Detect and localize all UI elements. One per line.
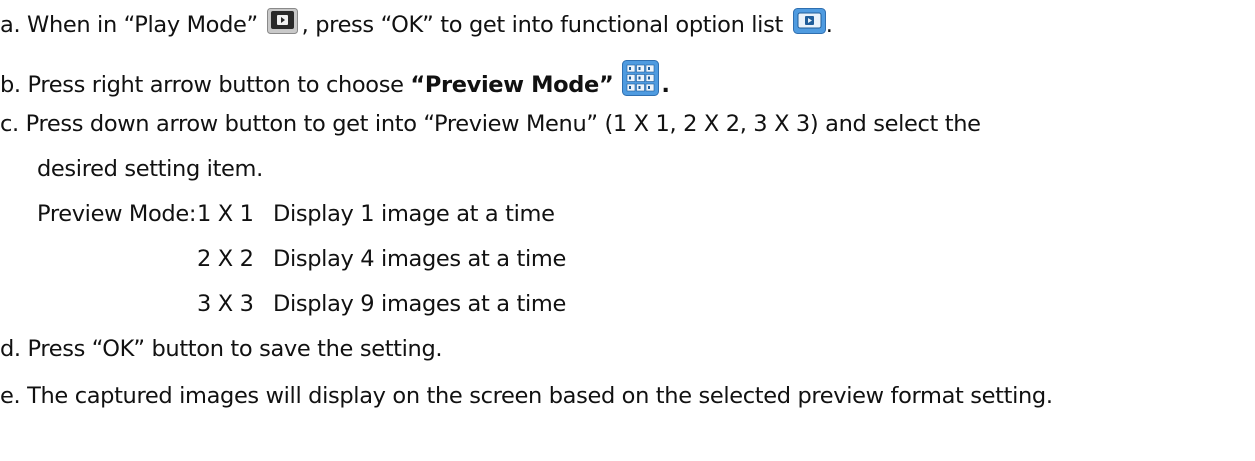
preview-mode-desc-2: Display 4 images at a time (273, 246, 566, 272)
step-a-text-1: a. When in “Play Mode” (0, 12, 265, 38)
step-c-line-2: desired setting item. (37, 156, 263, 182)
step-d: d. Press “OK” button to save the setting… (0, 336, 443, 362)
preview-mode-desc-1: Display 1 image at a time (273, 201, 555, 227)
preview-mode-size-2: 2 X 2 (197, 246, 254, 272)
preview-mode-desc-3: Display 9 images at a time (273, 291, 566, 317)
preview-mode-size-1: 1 X 1 (197, 201, 254, 227)
step-b-text-2: . (661, 72, 670, 98)
functional-option-list-icon (792, 8, 826, 34)
preview-mode-grid-icon (622, 60, 660, 96)
step-a: a. When in “Play Mode” , press “OK” to g… (0, 8, 833, 40)
step-b-preview-mode-label: “Preview Mode” (410, 72, 614, 98)
step-b-text-1: b. Press right arrow button to choose (0, 72, 411, 98)
preview-mode-label: Preview Mode: (37, 201, 197, 227)
step-a-text-2: , press “OK” to get into functional opti… (301, 12, 790, 38)
step-c-line-1: c. Press down arrow button to get into “… (0, 111, 981, 137)
step-e: e. The captured images will display on t… (0, 383, 1053, 409)
step-b: b. Press right arrow button to choose “P… (0, 60, 670, 100)
step-a-text-3: . (825, 12, 833, 38)
play-mode-icon (266, 8, 298, 34)
preview-mode-size-3: 3 X 3 (197, 291, 254, 317)
